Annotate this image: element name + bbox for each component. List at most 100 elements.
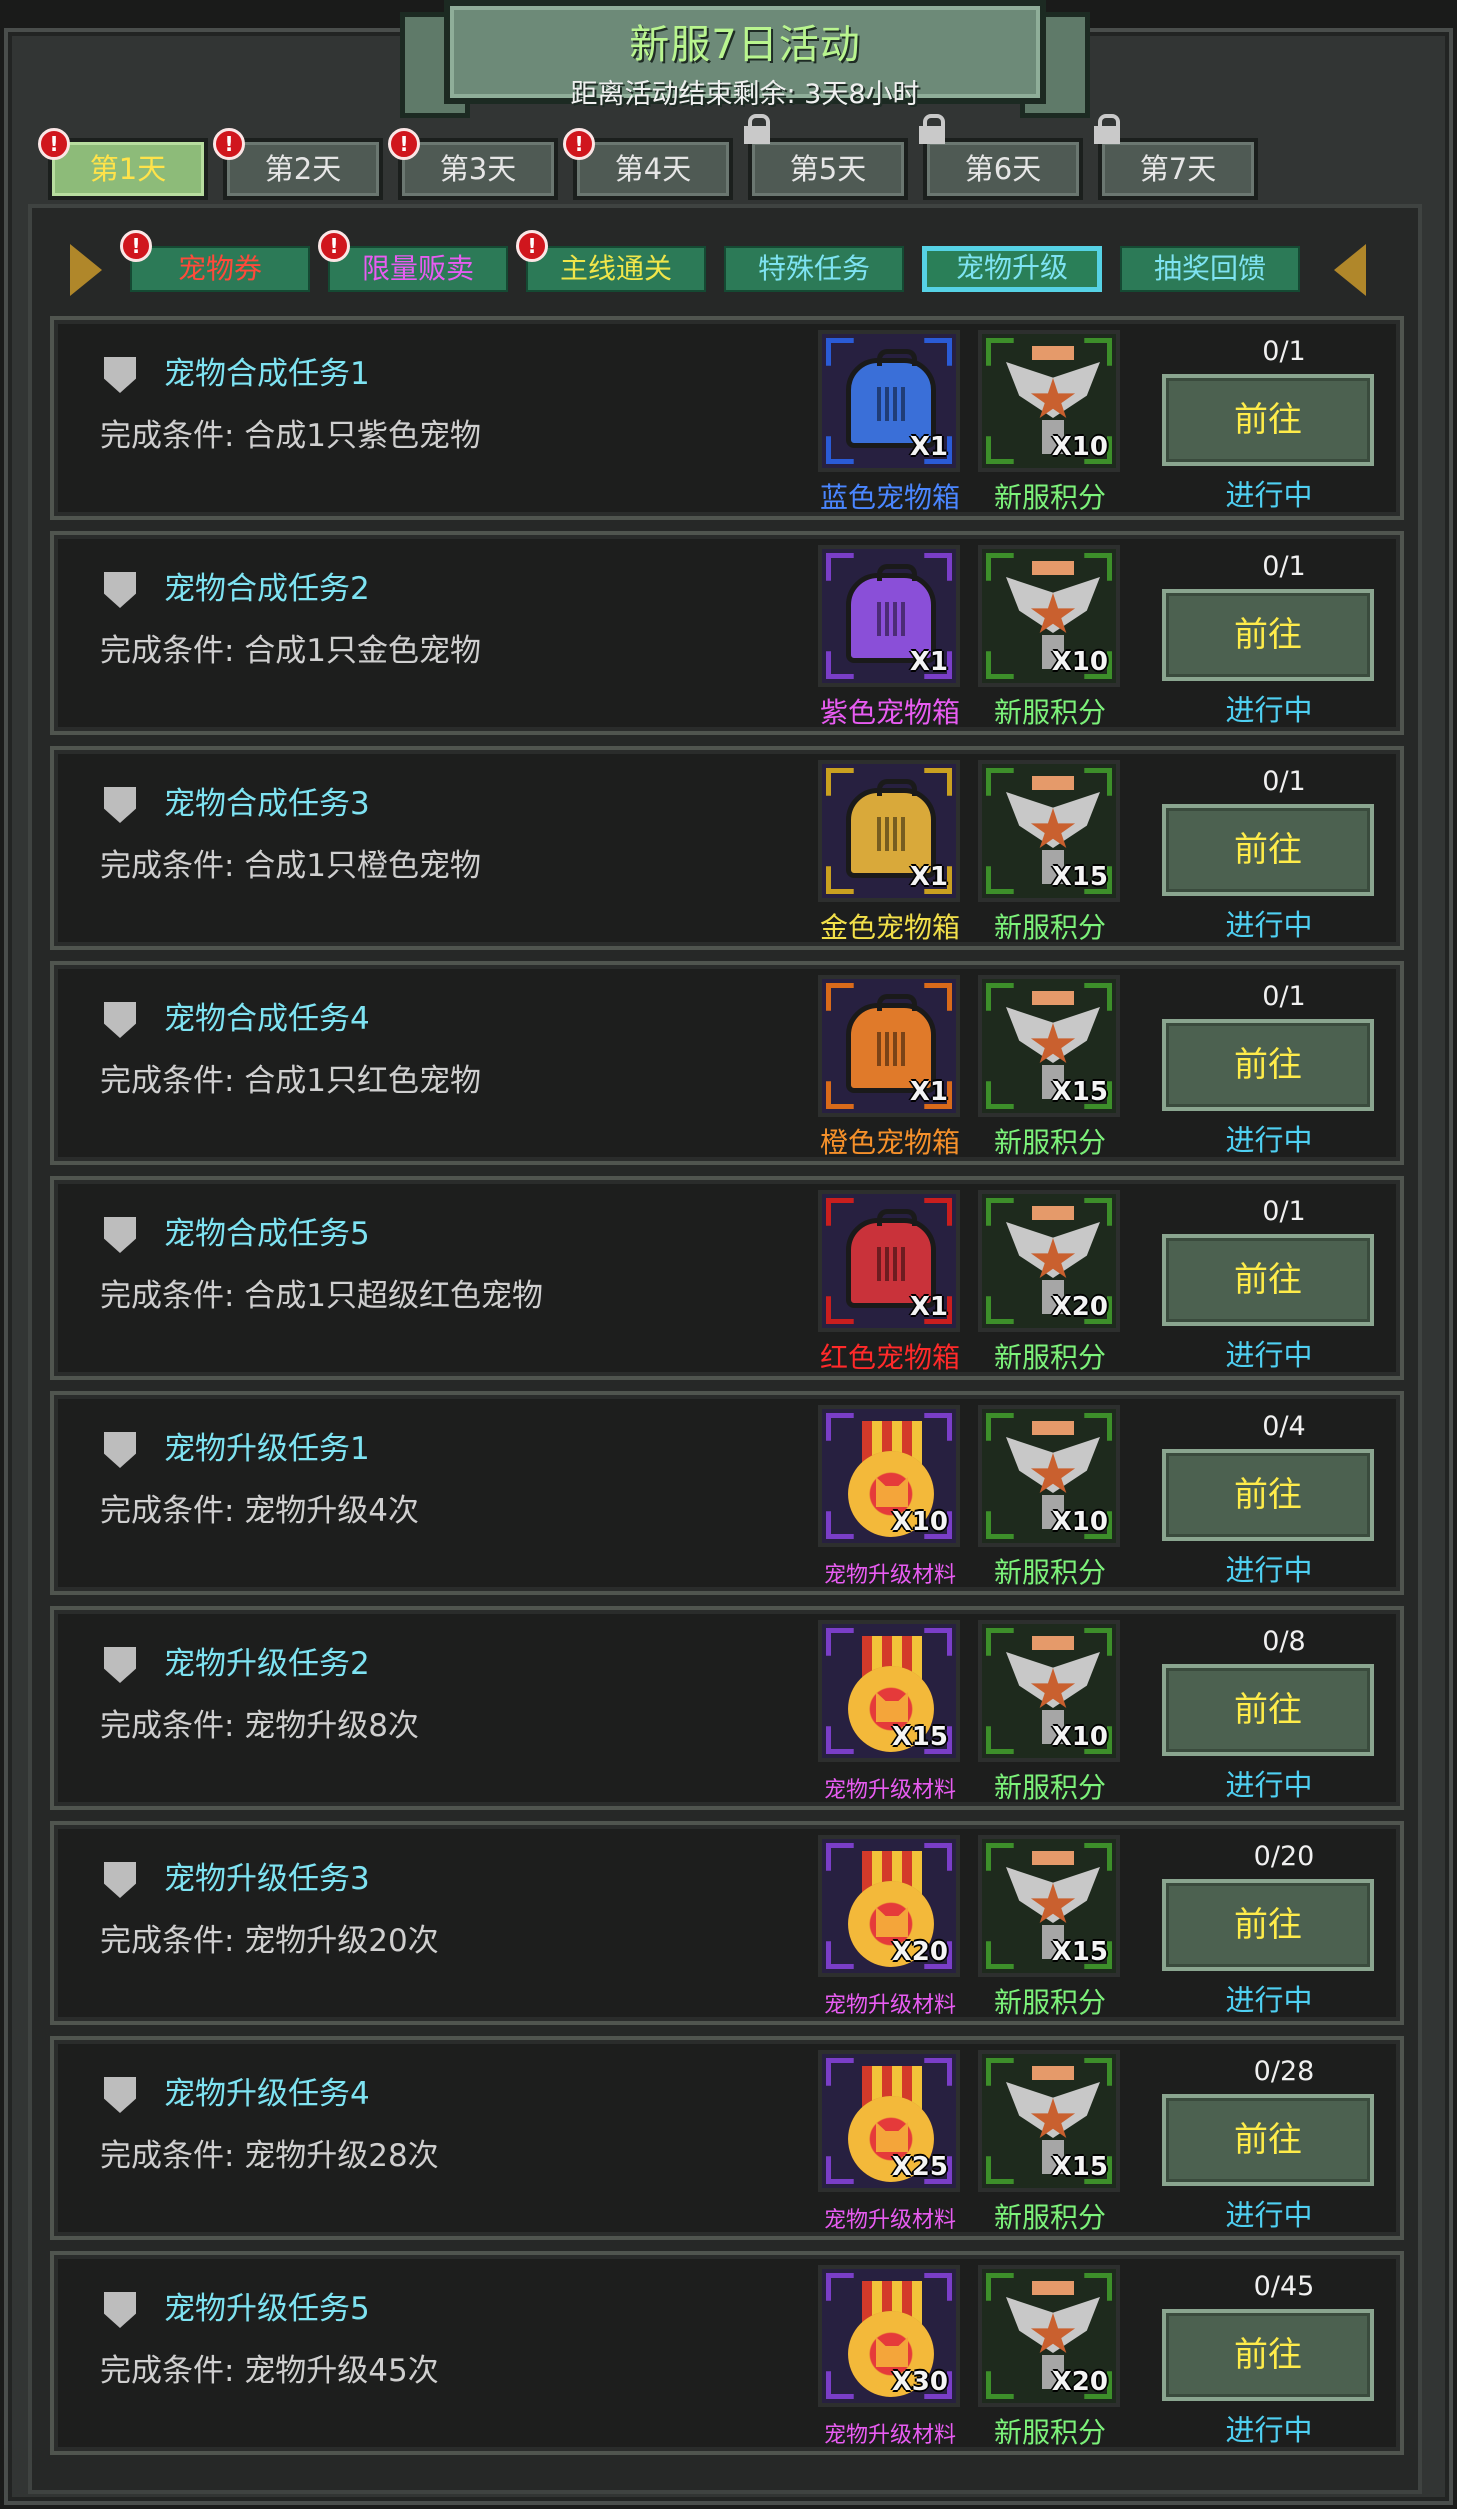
emblem-crest (1032, 991, 1074, 1005)
reward-item-slot[interactable]: X1 金色宠物箱 (818, 760, 962, 944)
reward-item-slot[interactable]: X1 橙色宠物箱 (818, 975, 962, 1159)
reward-item-slot[interactable]: X1 蓝色宠物箱 (818, 330, 962, 514)
reward-item-slot[interactable]: X20 宠物升级材料 (818, 1835, 962, 2018)
reward-quantity: X1 (909, 432, 948, 462)
tab-day-6[interactable]: 第6天 (923, 138, 1083, 200)
tab-category-5[interactable]: 宠物升级 (922, 246, 1102, 292)
go-button[interactable]: 前往 (1162, 374, 1374, 466)
tab-category-1[interactable]: 宠物券 (130, 246, 310, 292)
go-button[interactable]: 前往 (1162, 2094, 1374, 2186)
tab-day-4[interactable]: 第4天 (573, 138, 733, 200)
task-condition: 完成条件: 宠物升级20次 (100, 1923, 439, 1959)
reward-name: 新服积分 (993, 1341, 1106, 1374)
reward-name: 新服积分 (993, 696, 1106, 729)
go-button[interactable]: 前往 (1162, 1879, 1374, 1971)
reward-item-slot[interactable]: X15 新服积分 (978, 1835, 1122, 2019)
reward-quantity: X30 (891, 2367, 948, 2397)
arrow-right-icon[interactable] (1334, 244, 1366, 296)
reward-name: 蓝色宠物箱 (819, 481, 960, 514)
tab-day-7[interactable]: 第7天 (1098, 138, 1258, 200)
reward-name: 金色宠物箱 (819, 911, 960, 944)
reward-frame: X15 (818, 1620, 960, 1762)
tab-category-2[interactable]: 限量贩卖 (328, 246, 508, 292)
reward-frame: X30 (818, 2265, 960, 2407)
tab-category-3[interactable]: 主线通关 (526, 246, 706, 292)
task-row: 宠物合成任务3 完成条件: 合成1只橙色宠物 X1 金色宠物箱 X15 新服积分 0/1 前往… (50, 746, 1404, 950)
shield-icon (104, 572, 136, 608)
task-condition: 完成条件: 宠物升级28次 (100, 2138, 439, 2174)
go-button[interactable]: 前往 (1162, 804, 1374, 896)
reward-name: 宠物升级材料 (823, 2208, 956, 2233)
reward-item-slot[interactable]: X15 宠物升级材料 (818, 1620, 962, 1803)
reward-name: 橙色宠物箱 (819, 1126, 960, 1159)
tab-category-6[interactable]: 抽奖回馈 (1120, 246, 1300, 292)
reward-quantity: X10 (891, 1507, 948, 1537)
reward-item-slot[interactable]: X25 宠物升级材料 (818, 2050, 962, 2233)
reward-name: 新服积分 (993, 2201, 1106, 2234)
go-button[interactable]: 前往 (1162, 1449, 1374, 1541)
reward-item-slot[interactable]: X10 新服积分 (978, 330, 1122, 514)
shield-icon (104, 2077, 136, 2113)
reward-item-slot[interactable]: X10 宠物升级材料 (818, 1405, 962, 1588)
reward-item-slot[interactable]: X10 新服积分 (978, 1620, 1122, 1804)
task-row: 宠物合成任务1 完成条件: 合成1只紫色宠物 X1 蓝色宠物箱 X10 新服积分 0/1 前往… (50, 316, 1404, 520)
shield-icon (104, 1862, 136, 1898)
go-button[interactable]: 前往 (1162, 1664, 1374, 1756)
task-condition: 完成条件: 合成1只金色宠物 (100, 633, 482, 669)
reward-name: 宠物升级材料 (823, 1563, 956, 1588)
tab-day-3[interactable]: 第3天 (398, 138, 558, 200)
task-row: 宠物合成任务2 完成条件: 合成1只金色宠物 X1 紫色宠物箱 X10 新服积分 0/1 前往… (50, 531, 1404, 735)
task-progress: 0/28 (1253, 2056, 1315, 2087)
reward-item-slot[interactable]: X30 宠物升级材料 (818, 2265, 962, 2448)
task-title: 宠物升级任务1 (164, 1431, 370, 1467)
crate-handle (877, 349, 917, 366)
task-status: 进行中 (1225, 908, 1313, 942)
alert-badge-icon: ! (563, 128, 595, 160)
reward-name: 新服积分 (993, 1771, 1106, 1804)
reward-item-slot[interactable]: X1 红色宠物箱 (818, 1190, 962, 1374)
reward-item-slot[interactable]: X15 新服积分 (978, 2050, 1122, 2234)
emblem-crest (1032, 1421, 1074, 1435)
crate-handle (877, 994, 917, 1011)
reward-item-slot[interactable]: X10 新服积分 (978, 545, 1122, 729)
reward-frame: X15 (978, 1835, 1120, 1977)
reward-name: 新服积分 (993, 911, 1106, 944)
crate-grill (877, 387, 907, 421)
reward-item-slot[interactable]: X20 新服积分 (978, 1190, 1122, 1374)
reward-frame: X1 (818, 975, 960, 1117)
task-status: 进行中 (1225, 1983, 1313, 2017)
emblem-crest (1032, 346, 1074, 360)
page-title: 新服7日活动 (629, 22, 861, 68)
tab-day-2[interactable]: 第2天 (223, 138, 383, 200)
emblem-crest (1032, 2281, 1074, 2295)
go-button[interactable]: 前往 (1162, 1019, 1374, 1111)
lock-body (1094, 126, 1120, 144)
reward-item-slot[interactable]: X15 新服积分 (978, 760, 1122, 944)
go-button[interactable]: 前往 (1162, 589, 1374, 681)
reward-item-slot[interactable]: X15 新服积分 (978, 975, 1122, 1159)
alert-badge-icon: ! (516, 230, 548, 262)
reward-frame: X1 (818, 1190, 960, 1332)
alert-badge-icon: ! (213, 128, 245, 160)
reward-item-slot[interactable]: X1 紫色宠物箱 (818, 545, 962, 729)
arrow-left-icon[interactable] (70, 244, 102, 296)
tab-day-1[interactable]: 第1天 (48, 138, 208, 200)
reward-item-slot[interactable]: X20 新服积分 (978, 2265, 1122, 2449)
task-condition: 完成条件: 合成1只橙色宠物 (100, 848, 482, 884)
go-button[interactable]: 前往 (1162, 2309, 1374, 2401)
alert-badge-icon: ! (38, 128, 70, 160)
crate-handle (877, 779, 917, 796)
go-button[interactable]: 前往 (1162, 1234, 1374, 1326)
lock-body (744, 126, 770, 144)
reward-quantity: X20 (1051, 1292, 1108, 1322)
crate-grill (877, 1032, 907, 1066)
task-title: 宠物升级任务4 (164, 2076, 370, 2112)
crate-grill (877, 602, 907, 636)
tab-day-5[interactable]: 第5天 (748, 138, 908, 200)
reward-quantity: X15 (1051, 862, 1108, 892)
task-condition: 完成条件: 宠物升级8次 (100, 1708, 420, 1744)
tab-category-4[interactable]: 特殊任务 (724, 246, 904, 292)
reward-item-slot[interactable]: X10 新服积分 (978, 1405, 1122, 1589)
task-title: 宠物合成任务4 (164, 1001, 370, 1037)
reward-frame: X20 (818, 1835, 960, 1977)
